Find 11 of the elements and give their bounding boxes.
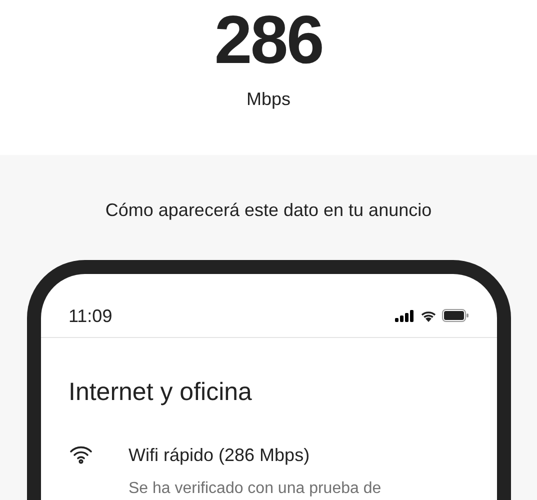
wifi-icon	[420, 310, 436, 322]
speed-unit: Mbps	[246, 88, 290, 111]
section-title: Internet y oficina	[68, 377, 253, 408]
signal-icon	[394, 310, 414, 322]
wifi-icon	[68, 444, 92, 464]
battery-icon	[442, 309, 468, 322]
preview-caption: Cómo aparecerá este dato en tu anuncio	[105, 199, 432, 222]
status-time: 11:09	[68, 305, 112, 328]
amenity-title: Wifi rápido (286 Mbps)	[128, 444, 311, 467]
speed-value: 286	[214, 2, 323, 78]
amenity-description: Se ha verificado con una prueba de	[128, 478, 382, 498]
